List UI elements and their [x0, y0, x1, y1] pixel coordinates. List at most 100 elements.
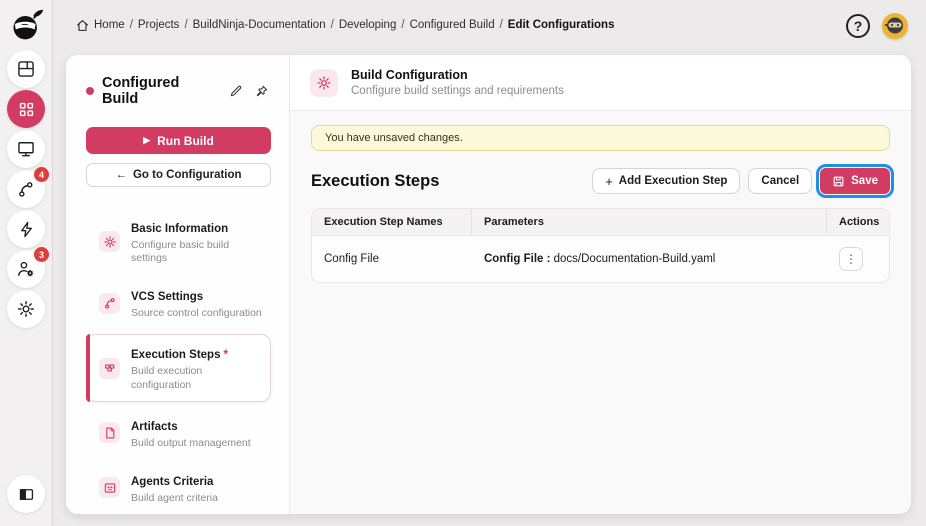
breadcrumb-configured-build[interactable]: Configured Build	[410, 19, 495, 31]
go-to-configuration-button[interactable]: ← Go to Configuration	[86, 163, 271, 187]
breadcrumb-separator: /	[129, 19, 133, 31]
save-disk-icon	[832, 175, 845, 188]
nav-item-artifacts[interactable]: Artifacts Build output management	[86, 409, 271, 457]
rail-monitor-button[interactable]	[7, 130, 45, 168]
config-nav: Basic Information Configure basic build …	[86, 211, 271, 514]
question-mark-icon: ?	[853, 18, 863, 34]
monitor-icon	[16, 139, 36, 159]
nav-item-execution-steps[interactable]: Execution Steps * Build execution configu…	[86, 334, 271, 402]
save-button[interactable]: Save	[816, 164, 894, 198]
nav-title: Basic Information	[131, 223, 229, 235]
breadcrumb-separator: /	[401, 19, 405, 31]
breadcrumb: Home / Projects / BuildNinja-Documentati…	[76, 19, 614, 32]
nav-title: Artifacts	[131, 420, 178, 433]
table-header-row: Execution Step Names Parameters Actions	[312, 209, 889, 235]
actions-cell: ⋮	[827, 236, 889, 282]
user-gear-icon	[16, 259, 36, 279]
pin-build-button[interactable]	[253, 82, 271, 100]
rail-projects-button[interactable]	[7, 90, 45, 128]
unsaved-changes-banner: You have unsaved changes.	[311, 125, 890, 151]
nav-subtitle: Build agent criteria	[131, 491, 218, 504]
top-bar: Home / Projects / BuildNinja-Documentati…	[53, 0, 926, 50]
rail-agents-button[interactable]: 3	[7, 247, 49, 288]
user-avatar[interactable]	[882, 13, 908, 39]
rail-dashboard-button[interactable]	[7, 50, 45, 88]
edit-build-button[interactable]	[227, 82, 245, 100]
nav-subtitle: Source control configuration	[131, 307, 262, 320]
breadcrumb-separator: /	[330, 19, 334, 31]
rail-settings-button[interactable]	[7, 290, 45, 328]
nav-item-vcs-settings[interactable]: VCS Settings Source control configuratio…	[86, 279, 271, 327]
breadcrumb-developing[interactable]: Developing	[339, 19, 397, 31]
dashboard-layout-icon	[16, 59, 36, 79]
breadcrumb-current: Edit Configurations	[507, 19, 615, 31]
add-execution-step-label: Add Execution Step	[618, 175, 728, 187]
nav-title: Agents Criteria	[131, 475, 214, 488]
buildninja-logo-icon	[9, 7, 45, 43]
nav-title: VCS Settings	[131, 291, 204, 304]
nav-subtitle: Build output management	[131, 436, 251, 449]
content-area: You have unsaved changes. Execution Step…	[290, 111, 911, 514]
breadcrumb-project-name[interactable]: BuildNinja-Documentation	[193, 19, 326, 31]
app-window: 4 3 Home / Projects / BuildNinja-Documen…	[0, 0, 926, 526]
nav-subtitle: Build execution configuration	[131, 365, 203, 391]
breadcrumb-projects[interactable]: Projects	[138, 19, 180, 31]
nav-item-agents-criteria[interactable]: Agents Criteria Build agent criteria	[86, 464, 271, 512]
run-build-button[interactable]: ▶ Run Build	[86, 127, 271, 154]
home-icon	[76, 19, 89, 32]
cancel-button[interactable]: Cancel	[748, 168, 813, 194]
rail-actions-button[interactable]	[7, 210, 45, 248]
build-config-gear-icon	[310, 68, 338, 97]
lightning-icon	[17, 220, 36, 239]
table-row: Config File Config File : docs/Documenta…	[312, 235, 889, 282]
play-icon: ▶	[143, 135, 151, 145]
gear-icon	[99, 231, 120, 253]
pencil-icon	[229, 84, 243, 98]
breadcrumb-home[interactable]: Home	[94, 19, 125, 31]
plus-icon: +	[605, 173, 613, 189]
file-icon	[99, 422, 120, 444]
column-header-parameters: Parameters	[472, 209, 827, 235]
column-header-step-names: Execution Step Names	[312, 209, 472, 235]
required-asterisk: *	[223, 349, 228, 362]
main-content: Build Configuration Configure build sett…	[290, 55, 911, 514]
parameters-cell: Config File : docs/Documentation-Build.y…	[472, 242, 827, 276]
step-name-cell: Config File	[324, 253, 379, 265]
execution-steps-table: Execution Step Names Parameters Actions …	[311, 208, 890, 283]
breadcrumb-separator: /	[184, 19, 188, 31]
rail-vcs-button[interactable]: 4	[7, 167, 49, 208]
rail-collapse-button[interactable]	[7, 475, 45, 513]
main-card: Configured Build ▶ Run Build ← Go to Con…	[66, 55, 911, 514]
nav-title: Execution Steps *	[131, 349, 228, 362]
vcs-badge: 4	[34, 167, 49, 182]
apps-grid-icon	[17, 100, 36, 119]
pin-icon	[255, 84, 269, 98]
collapse-sidebar-icon	[17, 485, 36, 504]
agents-badge: 3	[34, 247, 49, 262]
build-panel: Configured Build ▶ Run Build ← Go to Con…	[66, 55, 290, 514]
kebab-menu-icon: ⋮	[845, 252, 857, 266]
agent-card-icon	[99, 477, 120, 499]
row-menu-button[interactable]: ⋮	[839, 247, 863, 271]
save-label: Save	[851, 175, 878, 187]
git-branch-icon	[99, 292, 120, 314]
page-header: Build Configuration Configure build sett…	[290, 55, 911, 111]
execution-steps-icon	[99, 357, 120, 379]
nav-subtitle: Configure basic build settings	[131, 239, 230, 265]
go-to-configuration-label: Go to Configuration	[132, 169, 242, 181]
nav-item-basic-information[interactable]: Basic Information Configure basic build …	[86, 211, 271, 272]
page-subtitle: Configure build settings and requirement…	[351, 85, 564, 97]
icon-rail: 4 3	[0, 0, 53, 526]
column-header-actions: Actions	[839, 216, 880, 228]
build-title: Configured Build	[102, 75, 180, 107]
breadcrumb-separator: /	[499, 19, 503, 31]
parameter-label: Config File :	[484, 253, 551, 265]
add-execution-step-button[interactable]: + Add Execution Step	[592, 168, 741, 194]
gear-icon	[16, 299, 36, 319]
section-title: Execution Steps	[311, 171, 440, 190]
help-button[interactable]: ?	[846, 14, 870, 38]
parameter-value: docs/Documentation-Build.yaml	[553, 253, 716, 265]
page-title: Build Configuration	[351, 68, 468, 82]
run-build-label: Run Build	[157, 133, 214, 148]
build-status-dot	[86, 87, 94, 95]
